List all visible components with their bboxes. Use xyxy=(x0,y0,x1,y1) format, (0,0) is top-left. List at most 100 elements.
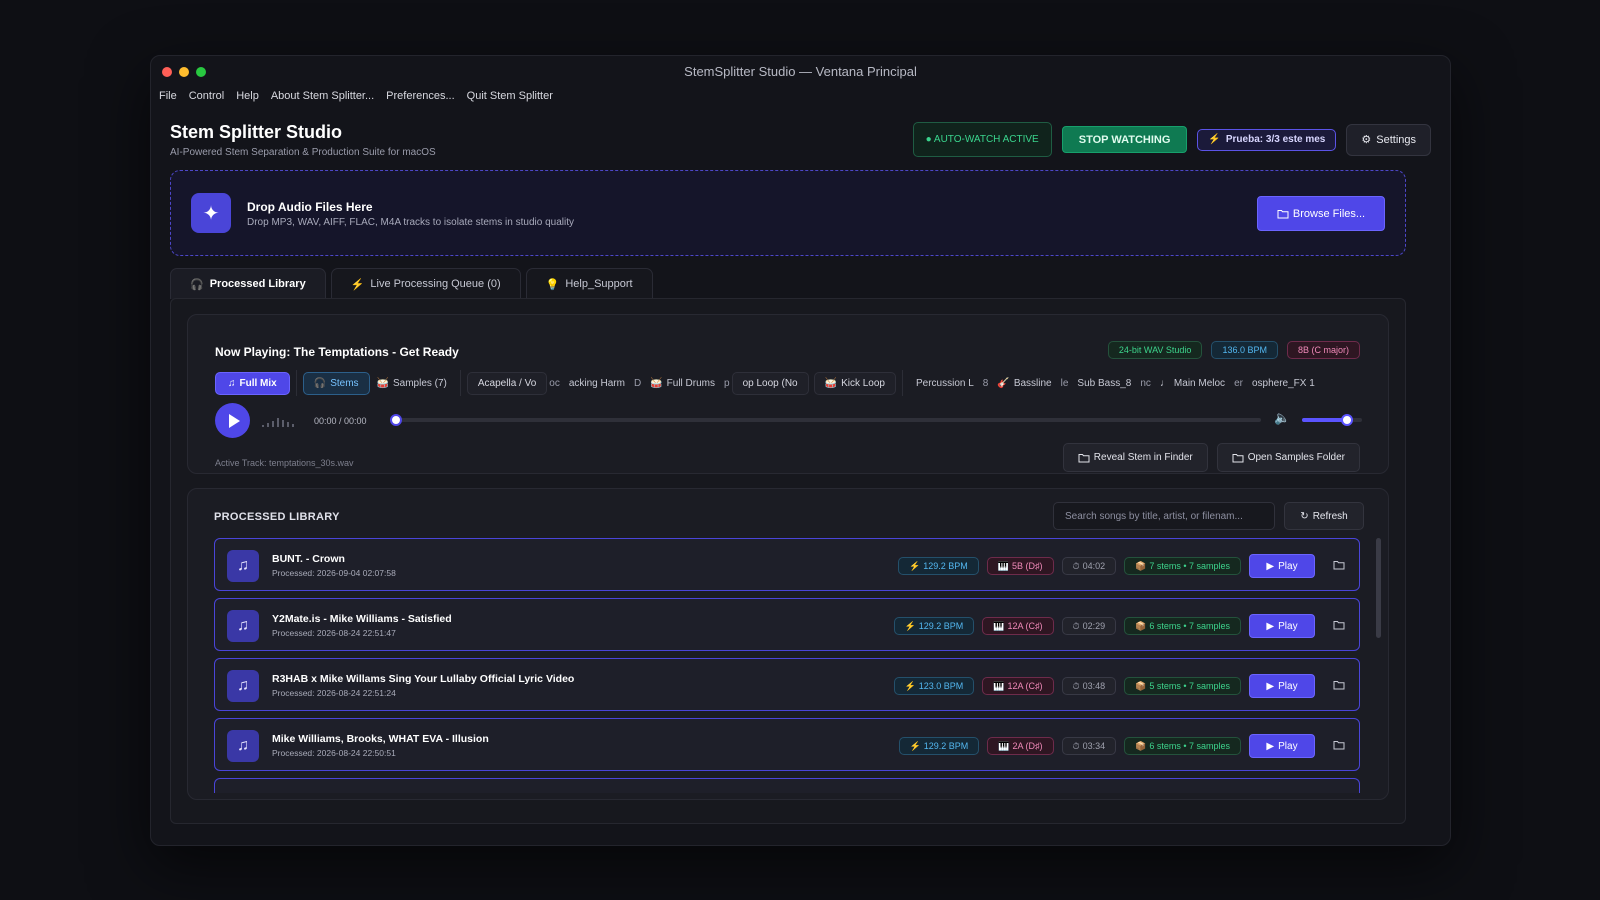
folder-icon[interactable] xyxy=(1329,735,1349,755)
stem-chip-backing[interactable]: acking Harm xyxy=(562,372,632,395)
trial-badge: ⚡ Prueba: 3/3 este mes xyxy=(1197,128,1337,151)
stem-selector: ♫ Full Mix 🎧 Stems 🥁 Samples (7) Acapell… xyxy=(215,370,1365,396)
browse-files-button[interactable]: Browse Files... xyxy=(1257,196,1385,231)
play-button[interactable]: ▶ Play xyxy=(1249,554,1315,578)
stems-mode-button[interactable]: 🎧 Stems xyxy=(302,371,370,395)
reveal-stem-button[interactable]: Reveal Stem in Finder xyxy=(1062,443,1208,472)
speaker-icon[interactable]: 🔈 xyxy=(1274,410,1290,426)
stems-value: 7 stems • 7 samples xyxy=(1149,561,1230,571)
library-row[interactable]: ♫ R3HAB x Mike Willams Sing Your Lullaby… xyxy=(214,658,1360,711)
app-window: StemSplitter Studio — Ventana Principal … xyxy=(150,55,1451,846)
stem-label: Bassline xyxy=(1013,377,1052,389)
zoom-window-button[interactable] xyxy=(196,67,206,77)
refresh-button[interactable]: ↻ Refresh xyxy=(1284,502,1364,530)
minimize-window-button[interactable] xyxy=(179,67,189,77)
folder-icon[interactable] xyxy=(1329,675,1349,695)
menu-bar: File Control Help About Stem Splitter...… xyxy=(151,86,1450,106)
trial-label: Prueba: 3/3 este mes xyxy=(1225,134,1326,145)
library-row-partial[interactable] xyxy=(214,778,1360,793)
key-value: 12A (C♯) xyxy=(1007,621,1043,631)
processed-date: Processed: 2026-08-24 22:51:24 xyxy=(272,688,396,698)
stem-chip-full-drums[interactable]: 🥁 Full Drums xyxy=(643,372,722,395)
seek-handle[interactable] xyxy=(390,414,402,426)
volume-handle[interactable] xyxy=(1341,414,1353,426)
active-track-label: Active Track: temptations_30s.wav xyxy=(215,458,354,468)
library-row[interactable]: ♫ Mike Williams, Brooks, WHAT EVA - Illu… xyxy=(214,718,1360,771)
bpm-badge: 136.0 BPM xyxy=(1211,341,1278,359)
seek-bar[interactable] xyxy=(390,414,1261,426)
stop-watching-button[interactable]: STOP WATCHING xyxy=(1061,126,1188,153)
drum-icon: 🥁 xyxy=(824,377,838,389)
stem-chip-kick-loop[interactable]: 🥁 Kick Loop xyxy=(813,371,896,395)
close-window-button[interactable] xyxy=(162,67,172,77)
stem-chip-percussion[interactable]: Percussion L xyxy=(909,372,981,395)
music-note-icon: ♫ xyxy=(227,550,259,582)
tab-help-support[interactable]: 💡 Help_Support xyxy=(525,268,653,299)
menu-preferences[interactable]: Preferences... xyxy=(386,90,454,102)
key-badge: 🎹 12A (C♯) xyxy=(982,617,1054,635)
open-samples-folder-button[interactable]: Open Samples Folder xyxy=(1216,443,1360,472)
play-button[interactable]: ▶ Play xyxy=(1249,734,1315,758)
library-search-input[interactable] xyxy=(1053,502,1275,530)
tab-live-processing-queue[interactable]: ⚡ Live Processing Queue (0) xyxy=(330,268,521,299)
clock-icon: ⏱ xyxy=(1072,740,1080,751)
stem-chip-main-melody[interactable]: ♩ Main Meloc xyxy=(1153,372,1232,395)
reveal-label: Reveal Stem in Finder xyxy=(1093,452,1193,463)
play-button[interactable]: ▶ Play xyxy=(1249,674,1315,698)
folder-icon[interactable] xyxy=(1329,555,1349,575)
folder-icon xyxy=(1078,453,1090,462)
samples-label: Samples (7) xyxy=(392,377,447,389)
stem-chip-sub-bass[interactable]: Sub Bass_8 xyxy=(1070,372,1138,395)
menu-help[interactable]: Help xyxy=(236,90,259,102)
song-meta: ⚡ 129.2 BPM 🎹 12A (C♯) ⏱ 02:29 📦 6 stems • 7… xyxy=(893,614,1315,638)
bpm-value: 123.0 BPM xyxy=(918,681,964,691)
bolt-icon: ⚡ xyxy=(1208,134,1221,145)
menu-about[interactable]: About Stem Splitter... xyxy=(271,90,374,102)
folder-icon[interactable] xyxy=(1329,615,1349,635)
settings-label: Settings xyxy=(1376,133,1416,146)
refresh-label: Refresh xyxy=(1312,510,1348,522)
playback-time: 00:00 / 00:00 xyxy=(314,416,367,426)
library-scrollbar[interactable] xyxy=(1376,538,1381,638)
bolt-icon: ⚡ xyxy=(904,680,916,691)
menu-file[interactable]: File xyxy=(159,90,177,102)
tab-bar: 🎧 Processed Library ⚡ Live Processing Qu… xyxy=(170,268,653,299)
full-mix-button[interactable]: ♫ Full Mix xyxy=(215,371,290,395)
gear-icon: ⚙ xyxy=(1361,134,1372,146)
key-value: 12A (C♯) xyxy=(1007,681,1043,691)
library-list: ♫ BUNT. - Crown Processed: 2026-09-04 02… xyxy=(214,538,1360,799)
volume-slider[interactable] xyxy=(1302,414,1362,426)
menu-quit[interactable]: Quit Stem Splitter xyxy=(467,90,553,102)
tab-label: Live Processing Queue (0) xyxy=(370,278,501,290)
stem-fragment: oc xyxy=(549,377,560,389)
library-row[interactable]: ♫ Y2Mate.is - Mike Williams - Satisfied … xyxy=(214,598,1360,651)
headphones-icon: 🎧 xyxy=(313,377,327,389)
drop-zone[interactable]: ✦ Drop Audio Files Here Drop MP3, WAV, A… xyxy=(170,170,1406,256)
divider xyxy=(295,370,297,396)
duration-badge: ⏱ 02:29 xyxy=(1061,617,1117,635)
play-pause-button[interactable] xyxy=(215,403,250,438)
tab-processed-library[interactable]: 🎧 Processed Library xyxy=(170,268,326,299)
play-button[interactable]: ▶ Play xyxy=(1249,614,1315,638)
duration-value: 02:29 xyxy=(1082,621,1106,631)
library-row[interactable]: ♫ BUNT. - Crown Processed: 2026-09-04 02… xyxy=(214,538,1360,591)
music-note-icon: ♫ xyxy=(227,670,259,702)
format-badge: 24-bit WAV Studio xyxy=(1107,341,1203,359)
drum-icon: 🥁 xyxy=(650,377,663,389)
package-icon: 📦 xyxy=(1135,740,1147,751)
stem-label: Kick Loop xyxy=(841,377,885,389)
stem-fragment: nc xyxy=(1140,377,1151,389)
stems-value: 5 stems • 7 samples xyxy=(1149,681,1230,691)
samples-mode-button[interactable]: 🥁 Samples (7) xyxy=(370,372,454,395)
play-icon: ▶ xyxy=(1266,680,1275,692)
duration-value: 03:48 xyxy=(1082,681,1106,691)
stem-chip-loop[interactable]: op Loop (No xyxy=(731,371,809,395)
stem-chip-bassline[interactable]: 🎸 Bassline xyxy=(990,372,1058,395)
drop-title: Drop Audio Files Here xyxy=(247,200,373,214)
bolt-icon: ⚡ xyxy=(904,620,916,631)
settings-button[interactable]: ⚙ Settings xyxy=(1346,123,1431,156)
menu-control[interactable]: Control xyxy=(189,90,224,102)
stem-chip-atmosphere[interactable]: osphere_FX 1 xyxy=(1245,372,1322,395)
tab-label: Processed Library xyxy=(209,278,306,290)
stem-chip-acapella[interactable]: Acapella / Vo xyxy=(466,371,548,395)
